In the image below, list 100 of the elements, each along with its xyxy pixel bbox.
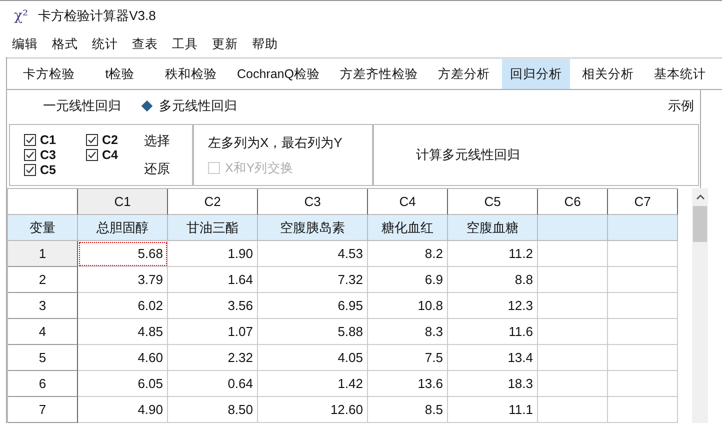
table-cell[interactable]: 8.50 bbox=[168, 397, 258, 423]
empty-cell[interactable] bbox=[608, 267, 678, 293]
row-header[interactable]: 6 bbox=[8, 371, 78, 397]
variable-name-cell[interactable]: 空腹血糖 bbox=[448, 215, 538, 241]
table-cell[interactable]: 8.2 bbox=[368, 241, 448, 267]
row-header[interactable]: 1 bbox=[8, 241, 78, 267]
column-header[interactable]: C5 bbox=[448, 189, 538, 215]
example-link[interactable]: 示例 bbox=[668, 97, 694, 115]
table-cell[interactable]: 11.2 bbox=[448, 241, 538, 267]
table-cell[interactable]: 8.8 bbox=[448, 267, 538, 293]
mode-option[interactable]: 一元线性回归 bbox=[43, 97, 121, 115]
tab[interactable]: t检验 bbox=[87, 59, 153, 89]
tab[interactable]: 卡方检验 bbox=[15, 59, 83, 89]
empty-cell[interactable] bbox=[538, 293, 608, 319]
table-cell[interactable]: 10.8 bbox=[368, 293, 448, 319]
checked-checkbox-icon[interactable] bbox=[86, 134, 98, 146]
select-button[interactable]: 选择 bbox=[144, 132, 170, 150]
tab[interactable]: CochranQ检验 bbox=[229, 59, 328, 89]
menu-item[interactable]: 编辑 bbox=[12, 36, 38, 52]
table-cell[interactable]: 5.88 bbox=[258, 319, 368, 345]
scroll-thumb[interactable] bbox=[693, 206, 707, 242]
tab[interactable]: 秩和检验 bbox=[157, 59, 225, 89]
table-cell[interactable]: 6.95 bbox=[258, 293, 368, 319]
column-header[interactable]: C4 bbox=[368, 189, 448, 215]
table-cell[interactable]: 1.64 bbox=[168, 267, 258, 293]
row-header[interactable]: 4 bbox=[8, 319, 78, 345]
table-cell[interactable]: 7.32 bbox=[258, 267, 368, 293]
checked-checkbox-icon[interactable] bbox=[24, 134, 36, 146]
table-cell[interactable]: 8.3 bbox=[368, 319, 448, 345]
table-cell[interactable]: 4.90 bbox=[78, 397, 168, 423]
empty-cell[interactable] bbox=[538, 345, 608, 371]
variable-name-cell[interactable]: 总胆固醇 bbox=[78, 215, 168, 241]
empty-cell[interactable] bbox=[608, 371, 678, 397]
table-cell[interactable]: 7.5 bbox=[368, 345, 448, 371]
table-cell[interactable]: 18.3 bbox=[448, 371, 538, 397]
row-header[interactable]: 7 bbox=[8, 397, 78, 423]
tab[interactable]: 回归分析 bbox=[502, 59, 570, 89]
menu-item[interactable]: 帮助 bbox=[252, 36, 278, 52]
menu-item[interactable]: 更新 bbox=[212, 36, 238, 52]
column-header[interactable]: C7 bbox=[608, 189, 678, 215]
empty-cell[interactable] bbox=[538, 319, 608, 345]
table-cell[interactable]: 13.6 bbox=[368, 371, 448, 397]
variable-name-cell[interactable]: 糖化血红 bbox=[368, 215, 448, 241]
app-icon: χ² bbox=[14, 8, 28, 24]
empty-cell[interactable] bbox=[608, 293, 678, 319]
menu-item[interactable]: 工具 bbox=[172, 36, 198, 52]
table-cell[interactable]: 3.56 bbox=[168, 293, 258, 319]
checked-checkbox-icon[interactable] bbox=[86, 149, 98, 161]
empty-cell[interactable] bbox=[608, 319, 678, 345]
table-cell[interactable]: 1.42 bbox=[258, 371, 368, 397]
table-cell[interactable]: 13.4 bbox=[448, 345, 538, 371]
scrollbar[interactable] bbox=[692, 188, 708, 423]
column-header[interactable]: C6 bbox=[538, 189, 608, 215]
compute-button[interactable]: 计算多元线性回归 bbox=[416, 146, 520, 164]
table-cell[interactable]: 8.5 bbox=[368, 397, 448, 423]
checked-checkbox-icon[interactable] bbox=[24, 164, 36, 176]
variable-name-cell[interactable]: 甘油三酯 bbox=[168, 215, 258, 241]
table-cell[interactable]: 12.60 bbox=[258, 397, 368, 423]
table-cell[interactable]: 4.53 bbox=[258, 241, 368, 267]
restore-button[interactable]: 还原 bbox=[144, 160, 170, 178]
table-cell[interactable]: 1.90 bbox=[168, 241, 258, 267]
row-header[interactable]: 5 bbox=[8, 345, 78, 371]
table-cell[interactable]: 6.02 bbox=[78, 293, 168, 319]
column-header[interactable]: C2 bbox=[168, 189, 258, 215]
checked-checkbox-icon[interactable] bbox=[24, 149, 36, 161]
tab[interactable]: 基本统计 bbox=[646, 59, 714, 89]
table-cell[interactable]: 5.68 bbox=[78, 241, 168, 267]
menu-item[interactable]: 统计 bbox=[92, 36, 118, 52]
column-header[interactable]: C1 bbox=[78, 189, 168, 215]
table-cell[interactable]: 0.64 bbox=[168, 371, 258, 397]
variable-name-cell[interactable]: 空腹胰岛素 bbox=[258, 215, 368, 241]
table-cell[interactable]: 2.32 bbox=[168, 345, 258, 371]
table-cell[interactable]: 11.6 bbox=[448, 319, 538, 345]
empty-cell[interactable] bbox=[608, 397, 678, 423]
empty-cell[interactable] bbox=[608, 241, 678, 267]
table-cell[interactable]: 6.05 bbox=[78, 371, 168, 397]
row-header[interactable]: 2 bbox=[8, 267, 78, 293]
empty-cell[interactable] bbox=[608, 345, 678, 371]
table-cell[interactable]: 1.07 bbox=[168, 319, 258, 345]
checkbox-label: C1 bbox=[40, 133, 56, 147]
table-cell[interactable]: 4.05 bbox=[258, 345, 368, 371]
table-cell[interactable]: 11.1 bbox=[448, 397, 538, 423]
menu-item[interactable]: 格式 bbox=[52, 36, 78, 52]
empty-cell[interactable] bbox=[538, 267, 608, 293]
table-cell[interactable]: 6.9 bbox=[368, 267, 448, 293]
empty-cell[interactable] bbox=[538, 397, 608, 423]
table-cell[interactable]: 4.60 bbox=[78, 345, 168, 371]
menu-item[interactable]: 查表 bbox=[132, 36, 158, 52]
scroll-up-icon[interactable] bbox=[696, 194, 704, 200]
column-header[interactable]: C3 bbox=[258, 189, 368, 215]
row-header[interactable]: 3 bbox=[8, 293, 78, 319]
empty-cell[interactable] bbox=[538, 371, 608, 397]
table-cell[interactable]: 4.85 bbox=[78, 319, 168, 345]
tab[interactable]: 方差齐性检验 bbox=[332, 59, 426, 89]
tab[interactable]: 方差分析 bbox=[430, 59, 498, 89]
table-cell[interactable]: 3.79 bbox=[78, 267, 168, 293]
table-cell[interactable]: 12.3 bbox=[448, 293, 538, 319]
mode-option[interactable]: 多元线性回归 bbox=[143, 97, 237, 115]
tab[interactable]: 相关分析 bbox=[574, 59, 642, 89]
empty-cell[interactable] bbox=[538, 241, 608, 267]
